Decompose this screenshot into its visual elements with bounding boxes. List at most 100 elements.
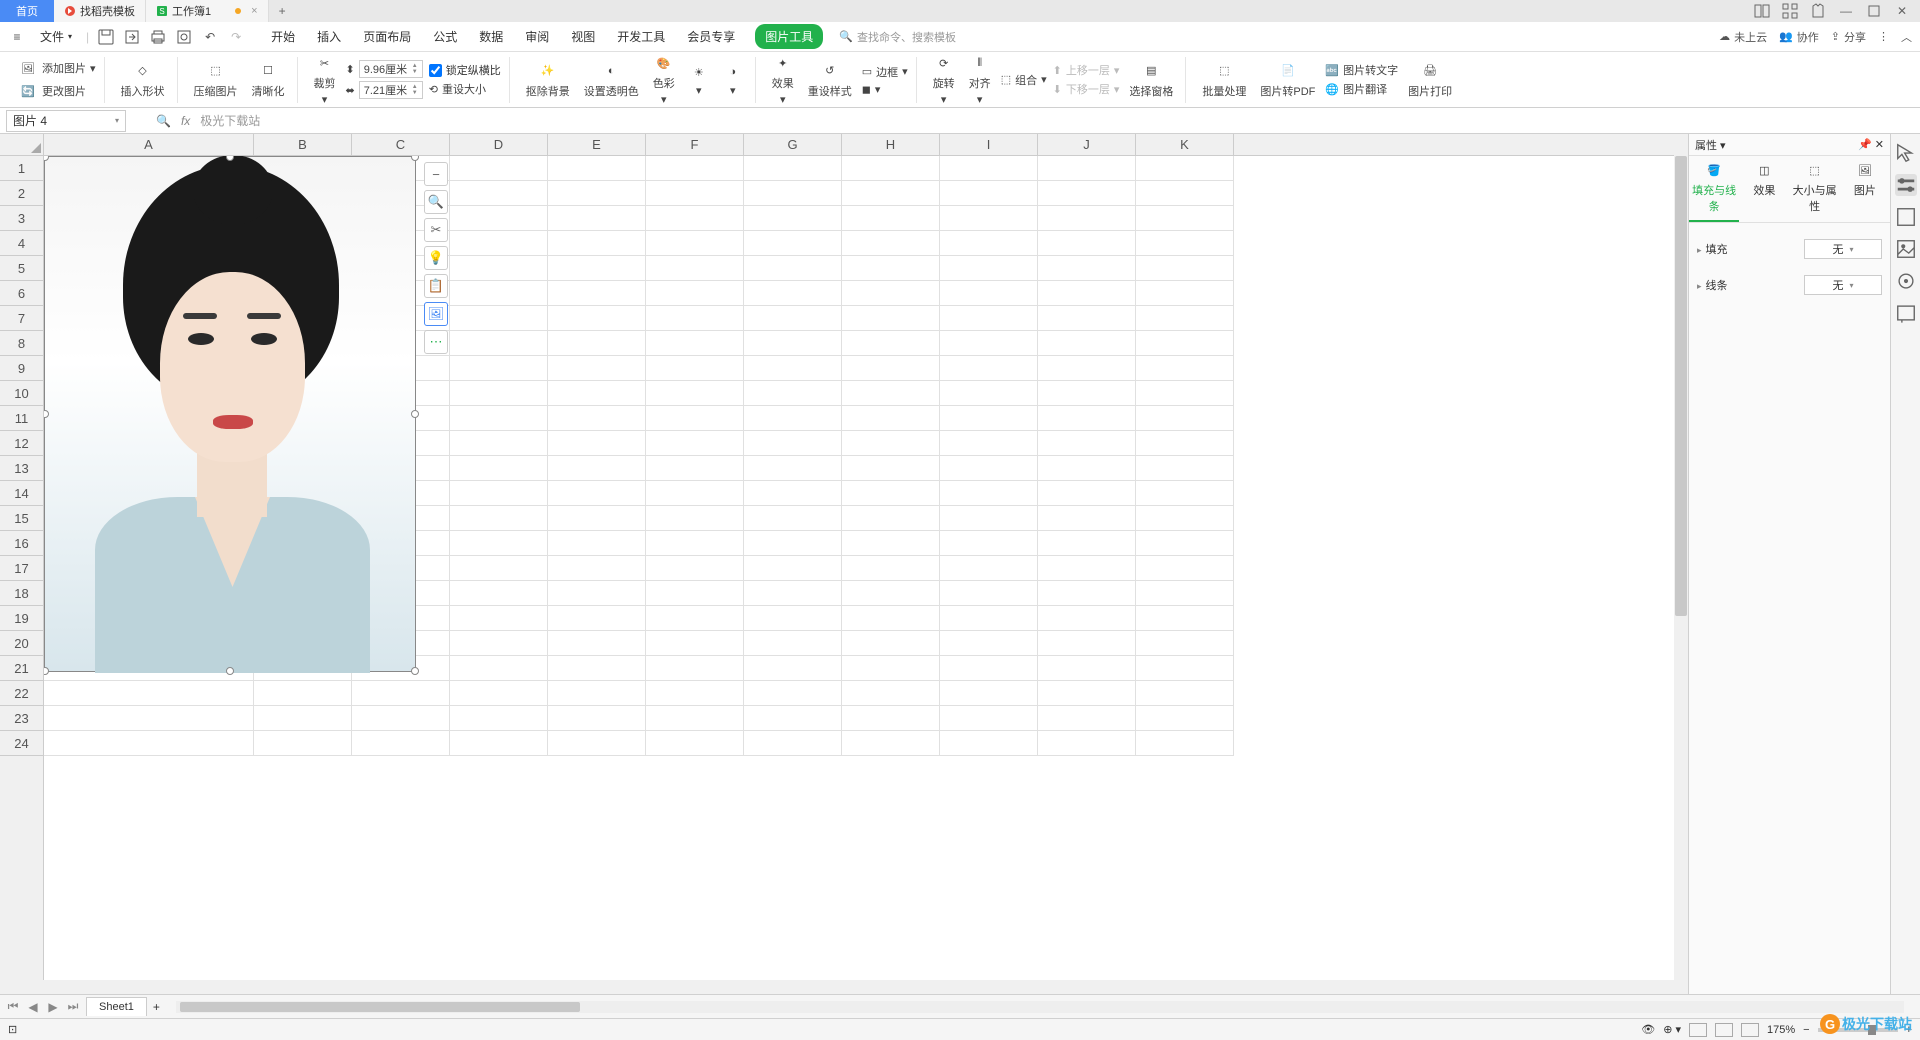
cell[interactable]	[548, 656, 646, 681]
cell[interactable]	[1136, 431, 1234, 456]
fill-section[interactable]: ▸填充 无▾	[1697, 231, 1882, 267]
cell[interactable]	[1136, 156, 1234, 181]
print-image-button[interactable]: 🖨图片打印	[1404, 61, 1456, 99]
cell[interactable]	[646, 531, 744, 556]
hamburger-icon[interactable]: ≡	[8, 28, 26, 46]
cell[interactable]	[352, 681, 450, 706]
last-sheet-icon[interactable]: ⏭	[66, 999, 80, 1014]
cell[interactable]	[940, 256, 1038, 281]
row-headers[interactable]: 123456789101112131415161718192021222324	[0, 156, 44, 980]
row-header[interactable]: 20	[0, 631, 43, 656]
more-tools-icon[interactable]: ⋯	[424, 330, 448, 354]
cell[interactable]	[646, 556, 744, 581]
cell[interactable]	[1038, 731, 1136, 756]
cell[interactable]	[646, 606, 744, 631]
transparent-button[interactable]: ◐设置透明色	[580, 61, 643, 99]
cell[interactable]	[1038, 531, 1136, 556]
cell[interactable]	[1136, 706, 1234, 731]
cell[interactable]	[548, 431, 646, 456]
cell[interactable]	[1136, 631, 1234, 656]
cell[interactable]	[450, 381, 548, 406]
pane-tab-picture[interactable]: 🖼 图片	[1840, 156, 1890, 222]
cell[interactable]	[646, 331, 744, 356]
cell[interactable]	[1038, 331, 1136, 356]
cell[interactable]	[646, 581, 744, 606]
cell[interactable]	[450, 606, 548, 631]
cell[interactable]	[44, 731, 254, 756]
row-header[interactable]: 6	[0, 281, 43, 306]
rail-location-icon[interactable]	[1895, 270, 1917, 292]
layout-icon[interactable]	[1754, 3, 1770, 19]
cell[interactable]	[646, 381, 744, 406]
cell[interactable]	[744, 531, 842, 556]
effect-button[interactable]: ✦效果▾	[768, 53, 798, 106]
crop-button[interactable]: ✂裁剪▾	[310, 53, 340, 106]
cell[interactable]	[646, 706, 744, 731]
cell[interactable]	[548, 456, 646, 481]
cell[interactable]	[842, 706, 940, 731]
prev-sheet-icon[interactable]: ◀	[26, 1000, 40, 1014]
copy-icon[interactable]: 📋	[424, 274, 448, 298]
cell[interactable]	[1136, 381, 1234, 406]
cell[interactable]	[1038, 631, 1136, 656]
pane-tab-effect[interactable]: ◫ 效果	[1739, 156, 1789, 222]
cell[interactable]	[842, 506, 940, 531]
cell[interactable]	[1136, 556, 1234, 581]
cell[interactable]	[548, 681, 646, 706]
cell[interactable]	[1038, 356, 1136, 381]
add-image-button[interactable]: 🖼添加图片 ▾	[18, 58, 96, 78]
cell[interactable]	[940, 481, 1038, 506]
cell[interactable]	[1038, 306, 1136, 331]
cell[interactable]	[646, 306, 744, 331]
cell[interactable]	[548, 631, 646, 656]
cell[interactable]	[450, 281, 548, 306]
cell[interactable]	[450, 431, 548, 456]
vertical-scrollbar[interactable]	[1674, 134, 1688, 980]
tab-template[interactable]: 找稻壳模板	[54, 0, 146, 22]
redo-icon[interactable]: ↷	[227, 28, 245, 46]
column-header[interactable]: J	[1038, 134, 1136, 155]
cell[interactable]	[1136, 606, 1234, 631]
cell[interactable]	[1136, 331, 1234, 356]
normal-view-icon[interactable]	[1689, 1023, 1707, 1037]
row-header[interactable]: 24	[0, 731, 43, 756]
save-icon[interactable]	[97, 28, 115, 46]
rotate-button[interactable]: ⟳旋转▾	[929, 53, 959, 106]
cell[interactable]	[450, 731, 548, 756]
cell[interactable]	[548, 206, 646, 231]
cell[interactable]	[1136, 506, 1234, 531]
menu-layout[interactable]: 页面布局	[361, 24, 413, 49]
contrast-button[interactable]: ◑▾	[719, 62, 747, 97]
sharpen-button[interactable]: ☐清晰化	[248, 61, 289, 99]
cell[interactable]	[842, 306, 940, 331]
row-header[interactable]: 18	[0, 581, 43, 606]
export-icon[interactable]	[123, 28, 141, 46]
line-section[interactable]: ▸线条 无▾	[1697, 267, 1882, 303]
cell[interactable]	[548, 256, 646, 281]
cell[interactable]	[548, 406, 646, 431]
cell[interactable]	[646, 206, 744, 231]
menu-dev[interactable]: 开发工具	[615, 24, 667, 49]
cell[interactable]	[646, 506, 744, 531]
cell[interactable]	[548, 506, 646, 531]
selected-image[interactable]	[44, 156, 416, 672]
cell[interactable]	[744, 256, 842, 281]
cell[interactable]	[450, 681, 548, 706]
row-header[interactable]: 11	[0, 406, 43, 431]
row-header[interactable]: 7	[0, 306, 43, 331]
image-settings-icon[interactable]: 🖼	[424, 302, 448, 326]
cell[interactable]	[744, 606, 842, 631]
command-search[interactable]: 🔍 查找命令、搜索模板	[839, 29, 956, 45]
column-header[interactable]: K	[1136, 134, 1234, 155]
column-header[interactable]: F	[646, 134, 744, 155]
cell[interactable]	[450, 531, 548, 556]
tab-workbook[interactable]: S 工作簿1 ×	[146, 0, 269, 22]
translate-button[interactable]: 🌐图片翻译	[1325, 81, 1398, 97]
pin-icon[interactable]: 📌	[1858, 139, 1872, 151]
column-header[interactable]: H	[842, 134, 940, 155]
cell[interactable]	[744, 681, 842, 706]
menu-formula[interactable]: 公式	[431, 24, 459, 49]
zoom-out-button[interactable]: −	[1803, 1024, 1809, 1036]
cell[interactable]	[842, 381, 940, 406]
idea-icon[interactable]: 💡	[424, 246, 448, 270]
